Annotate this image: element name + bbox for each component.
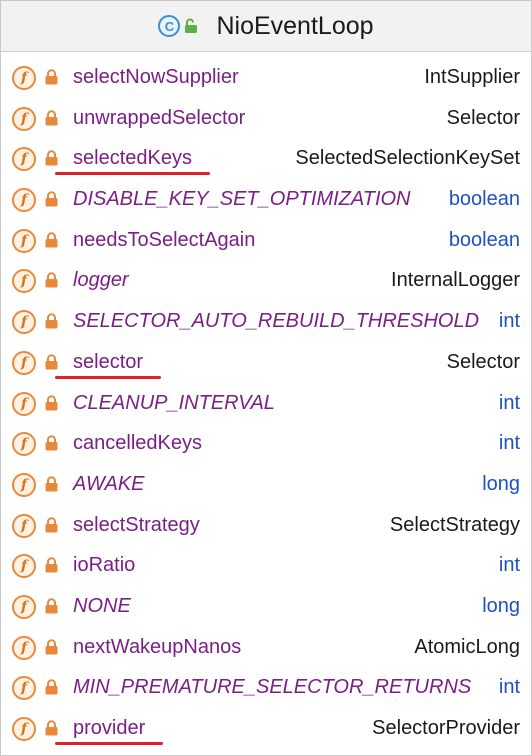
field-row-cancelledkeys[interactable]: f cancelledKeys int [1, 424, 531, 465]
field-icon: f [12, 188, 36, 213]
field-type: Selector [446, 106, 520, 129]
field-list: f selectNowSupplier IntSupplier f unwrappedS… [1, 58, 531, 750]
field-row-selectstrategy[interactable]: f selectStrategy SelectStrategy [1, 506, 531, 547]
field-type: IntSupplier [424, 66, 520, 88]
field-type: int [498, 554, 520, 577]
private-lock-icon [45, 435, 58, 451]
field-name: selectStrategy [73, 513, 200, 536]
field-row-min-premature-selector-returns[interactable]: f MIN_PREMATURE_SELECTOR_RETURNS int [1, 668, 531, 709]
private-lock-icon [45, 557, 58, 573]
field-name: SELECTOR_AUTO_REBUILD_THRESHOLD [73, 310, 480, 333]
annotation-underline [55, 172, 210, 176]
field-type: SelectedSelectionKeySet [295, 147, 520, 170]
field-icon: f [12, 310, 36, 335]
field-row-selectedkeys[interactable]: f selectedKeys SelectedSelectionKeySet [1, 139, 531, 180]
private-lock-icon [45, 598, 58, 614]
field-type: long [482, 472, 520, 495]
field-name: NONE [73, 594, 131, 617]
private-lock-icon [45, 272, 58, 288]
field-name: provider [73, 717, 146, 739]
field-type: boolean [448, 228, 520, 251]
private-lock-icon [45, 720, 58, 736]
field-type: Selector [446, 350, 520, 373]
field-row-nextwakeupnanos[interactable]: f nextWakeupNanos AtomicLong [1, 628, 531, 669]
field-type: boolean [448, 188, 520, 211]
field-row-provider[interactable]: f provider SelectorProvider [1, 709, 531, 750]
field-icon: f [12, 472, 36, 497]
annotation-underline [55, 375, 161, 379]
field-type: int [498, 310, 520, 333]
field-name: selectNowSupplier [73, 66, 239, 88]
field-name: AWAKE [73, 472, 145, 495]
private-lock-icon [45, 313, 58, 329]
field-name: DISABLE_KEY_SET_OPTIMIZATION [73, 188, 411, 211]
field-row-cleanup-interval[interactable]: f CLEANUP_INTERVAL int [1, 384, 531, 425]
public-unlock-icon [185, 18, 198, 33]
field-row-awake[interactable]: f AWAKE long [1, 465, 531, 506]
field-type: long [482, 594, 520, 617]
field-name: logger [73, 269, 129, 292]
field-row-none[interactable]: f NONE long [1, 587, 531, 628]
field-name: nextWakeupNanos [73, 635, 242, 658]
private-lock-icon [45, 69, 58, 85]
field-icon: f [12, 66, 36, 90]
popup-header: C NioEventLoop [1, 1, 531, 52]
private-lock-icon [45, 191, 58, 207]
private-lock-icon [45, 638, 58, 655]
field-icon: f [12, 147, 36, 172]
field-type: SelectorProvider [372, 717, 520, 739]
private-lock-icon [45, 232, 58, 248]
field-name: CLEANUP_INTERVAL [73, 391, 275, 414]
annotation-underline [55, 742, 163, 745]
field-type: int [498, 432, 520, 455]
structure-popup: C NioEventLoop f selectNowSupplier IntSupp… [0, 0, 532, 756]
field-type: AtomicLong [414, 635, 520, 658]
field-icon: f [12, 432, 36, 457]
private-lock-icon [45, 516, 58, 533]
field-icon: f [12, 594, 36, 619]
class-title: NioEventLoop [216, 11, 374, 40]
field-row-needstoselectagain[interactable]: f needsToSelectAgain boolean [1, 221, 531, 262]
private-lock-icon [45, 150, 58, 166]
field-icon: f [12, 391, 36, 416]
field-row-unwrappedselector[interactable]: f unwrappedSelector Selector [1, 99, 531, 140]
class-icon: C [158, 15, 181, 37]
field-row-logger[interactable]: f logger InternalLogger [1, 261, 531, 302]
field-row-selector-auto-rebuild-threshold[interactable]: f SELECTOR_AUTO_REBUILD_THRESHOLD int [1, 302, 531, 343]
field-icon: f [12, 228, 36, 253]
field-row-disable-key-set-optimization[interactable]: f DISABLE_KEY_SET_OPTIMIZATION boolean [1, 180, 531, 221]
field-icon: f [12, 554, 36, 579]
field-row-selectnowsupplier[interactable]: f selectNowSupplier IntSupplier [1, 58, 531, 99]
field-icon: f [12, 269, 36, 294]
private-lock-icon [45, 110, 58, 126]
field-name: MIN_PREMATURE_SELECTOR_RETURNS [73, 676, 472, 699]
field-name: needsToSelectAgain [73, 228, 256, 251]
field-row-ioratio[interactable]: f ioRatio int [1, 546, 531, 587]
field-type: SelectStrategy [389, 513, 520, 536]
field-type: InternalLogger [391, 269, 520, 292]
field-row-selector[interactable]: f selector Selector [1, 343, 531, 384]
private-lock-icon [45, 354, 58, 370]
field-name: cancelledKeys [73, 432, 202, 455]
private-lock-icon [45, 476, 58, 492]
field-icon: f [12, 513, 36, 538]
field-icon: f [12, 350, 36, 375]
field-name: selectedKeys [73, 147, 192, 170]
private-lock-icon [45, 679, 58, 695]
private-lock-icon [45, 394, 58, 410]
field-name: selector [73, 350, 144, 373]
field-type: int [498, 391, 520, 414]
field-icon: f [12, 106, 36, 131]
field-icon: f [12, 676, 36, 701]
field-name: ioRatio [73, 554, 136, 577]
field-icon: f [12, 717, 36, 741]
field-type: int [498, 676, 520, 699]
field-icon: f [12, 635, 36, 660]
field-name: unwrappedSelector [73, 106, 246, 129]
